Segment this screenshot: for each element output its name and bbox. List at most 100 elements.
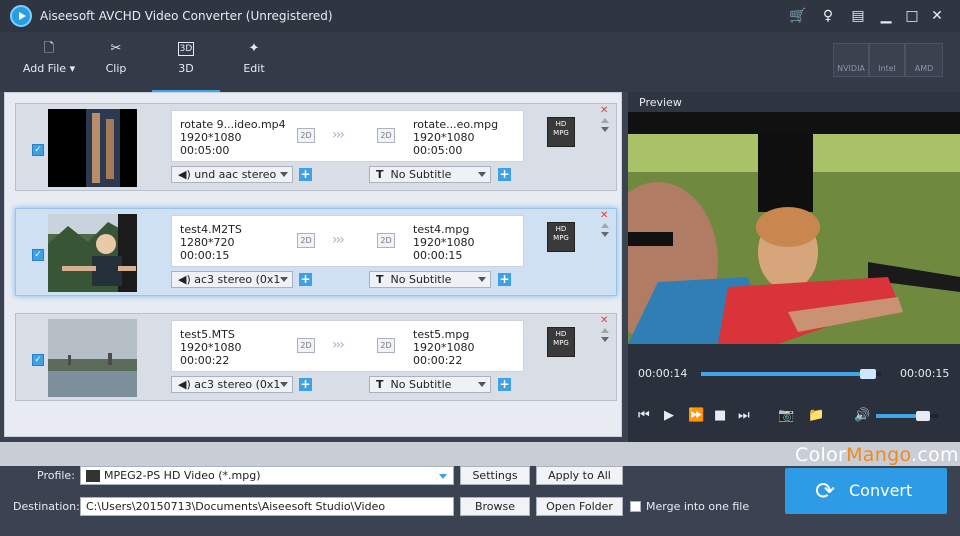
subtitle-select[interactable]: T No Subtitle bbox=[369, 271, 491, 288]
target-duration: 00:00:15 bbox=[413, 249, 463, 262]
source-2d-badge: 2D bbox=[297, 128, 315, 143]
preview-frame-image bbox=[628, 112, 960, 344]
target-duration: 00:00:22 bbox=[413, 354, 463, 367]
add-audio-button[interactable]: + bbox=[299, 378, 312, 391]
target-resolution: 1920*1080 bbox=[413, 236, 475, 249]
app-logo-icon bbox=[10, 5, 32, 27]
remove-icon[interactable]: ✕ bbox=[600, 210, 608, 221]
chevron-down-icon bbox=[439, 474, 447, 479]
file-row[interactable]: ✓ rotate 9...ideo.mp4 1920*1080 00:05:00… bbox=[15, 103, 617, 191]
move-up-icon[interactable] bbox=[601, 223, 609, 228]
video-thumbnail bbox=[48, 319, 137, 397]
subtitle-icon: T bbox=[376, 273, 384, 286]
subtitle-select[interactable]: T No Subtitle bbox=[369, 376, 491, 393]
audio-track-select[interactable]: ◀) und aac stereo bbox=[171, 166, 293, 183]
key-icon[interactable]: ♀ bbox=[818, 6, 838, 26]
maximize-icon[interactable]: □ bbox=[902, 6, 922, 26]
minimize-icon[interactable]: ▁ bbox=[876, 6, 896, 26]
window-title: Aiseesoft AVCHD Video Converter (Unregis… bbox=[40, 9, 333, 23]
source-name: test5.MTS bbox=[180, 328, 235, 341]
speaker-icon: ◀) bbox=[178, 273, 195, 286]
add-file-button[interactable]: 🗋 Add File ▾ bbox=[14, 32, 84, 92]
move-up-icon[interactable] bbox=[601, 328, 609, 333]
source-name: rotate 9...ideo.mp4 bbox=[180, 118, 286, 131]
next-icon[interactable]: ⏭ bbox=[738, 408, 750, 423]
audio-track-select[interactable]: ◀) ac3 stereo (0x1 bbox=[171, 376, 293, 393]
browse-button[interactable]: Browse bbox=[460, 497, 530, 516]
move-down-icon[interactable] bbox=[601, 337, 609, 342]
volume-handle[interactable] bbox=[915, 411, 930, 421]
row-checkbox[interactable]: ✓ bbox=[32, 144, 44, 156]
player-controls: 00:00:14 00:00:15 ⏮ ▶ ⏩ ■ ⏭ 📷 📁 🔊 bbox=[628, 344, 960, 442]
move-down-icon[interactable] bbox=[601, 232, 609, 237]
feedback-icon[interactable]: ▤ bbox=[848, 6, 868, 26]
sparkle-icon: ✦ bbox=[248, 41, 260, 56]
destination-field[interactable]: C:\Users\20150713\Documents\Aiseesoft St… bbox=[80, 497, 454, 516]
source-duration: 00:05:00 bbox=[180, 144, 230, 157]
target-2d-badge: 2D bbox=[377, 233, 395, 248]
preview-video[interactable] bbox=[628, 112, 960, 344]
volume-slider[interactable] bbox=[876, 411, 938, 421]
seek-bar[interactable] bbox=[701, 369, 881, 379]
snapshot-icon[interactable]: 📷 bbox=[778, 408, 794, 423]
file-row[interactable]: ✓ test5.MTS 1920*1080 00:00:22 2D ››› 2D… bbox=[15, 313, 617, 401]
add-audio-button[interactable]: + bbox=[299, 273, 312, 286]
volume-icon[interactable]: 🔊 bbox=[854, 408, 870, 423]
source-2d-badge: 2D bbox=[297, 233, 315, 248]
fast-forward-icon[interactable]: ⏩ bbox=[688, 408, 704, 423]
row-checkbox[interactable]: ✓ bbox=[32, 249, 44, 261]
clip-button[interactable]: ✂ Clip bbox=[96, 32, 136, 92]
file-row[interactable]: ✓ test4.M2TS 1280*720 00:00:15 2D ››› 2D… bbox=[15, 208, 617, 296]
subtitle-icon: T bbox=[376, 378, 384, 391]
nvidia-badge: NVIDIA bbox=[833, 43, 869, 77]
seek-progress bbox=[701, 372, 869, 376]
add-subtitle-button[interactable]: + bbox=[498, 378, 511, 391]
seek-handle[interactable] bbox=[860, 369, 877, 379]
total-time: 00:00:15 bbox=[900, 367, 950, 380]
previous-icon[interactable]: ⏮ bbox=[638, 408, 650, 423]
chevron-down-icon[interactable]: ▾ bbox=[66, 62, 76, 75]
video-thumbnail bbox=[48, 109, 137, 187]
source-duration: 00:00:15 bbox=[180, 249, 230, 262]
row-checkbox[interactable]: ✓ bbox=[32, 354, 44, 366]
open-folder-button[interactable]: Open Folder bbox=[536, 497, 623, 516]
convert-button[interactable]: ⟳ Convert bbox=[785, 468, 947, 514]
edit-button[interactable]: ✦ Edit bbox=[234, 32, 274, 92]
move-up-icon[interactable] bbox=[601, 118, 609, 123]
profile-select[interactable]: MPEG2-PS HD Video (*.mpg) bbox=[80, 466, 454, 485]
folder-icon[interactable]: 📁 bbox=[808, 408, 824, 423]
close-icon[interactable]: ✕ bbox=[927, 6, 947, 26]
source-name: test4.M2TS bbox=[180, 223, 242, 236]
source-resolution: 1280*720 bbox=[180, 236, 235, 249]
move-down-icon[interactable] bbox=[601, 127, 609, 132]
remove-icon[interactable]: ✕ bbox=[600, 105, 608, 116]
add-subtitle-button[interactable]: + bbox=[498, 168, 511, 181]
source-duration: 00:00:22 bbox=[180, 354, 230, 367]
merge-checkbox[interactable] bbox=[630, 501, 641, 512]
stop-icon[interactable]: ■ bbox=[714, 408, 726, 423]
settings-button[interactable]: Settings bbox=[460, 466, 530, 485]
subtitle-icon: T bbox=[376, 168, 384, 181]
add-subtitle-button[interactable]: + bbox=[498, 273, 511, 286]
apply-to-all-button[interactable]: Apply to All bbox=[536, 466, 623, 485]
target-resolution: 1920*1080 bbox=[413, 341, 475, 354]
3d-button[interactable]: 3D 3D bbox=[152, 32, 220, 92]
mpg-format-icon[interactable]: HD MPG bbox=[547, 222, 575, 252]
mpg-format-icon[interactable]: HD MPG bbox=[547, 327, 575, 357]
preview-panel: Preview 00:00:14 00:00:15 ⏮ ▶ ⏩ ■ ⏭ 📷 📁 … bbox=[628, 92, 960, 442]
arrow-right-icon: ››› bbox=[332, 337, 345, 353]
file-info-box: test5.MTS 1920*1080 00:00:22 2D ››› 2D t… bbox=[171, 320, 524, 372]
add-audio-button[interactable]: + bbox=[299, 168, 312, 181]
cart-icon[interactable]: 🛒 bbox=[788, 6, 808, 26]
convert-icon: ⟳ bbox=[815, 477, 836, 505]
play-icon[interactable]: ▶ bbox=[664, 408, 674, 423]
subtitle-select[interactable]: T No Subtitle bbox=[369, 166, 491, 183]
target-resolution: 1920*1080 bbox=[413, 131, 475, 144]
remove-icon[interactable]: ✕ bbox=[600, 315, 608, 326]
thumbnail-image bbox=[48, 109, 137, 187]
audio-track-select[interactable]: ◀) ac3 stereo (0x1 bbox=[171, 271, 293, 288]
current-time: 00:00:14 bbox=[638, 367, 688, 380]
mpg-format-icon[interactable]: HD MPG bbox=[547, 117, 575, 147]
title-bar: Aiseesoft AVCHD Video Converter (Unregis… bbox=[0, 0, 960, 32]
source-resolution: 1920*1080 bbox=[180, 341, 242, 354]
